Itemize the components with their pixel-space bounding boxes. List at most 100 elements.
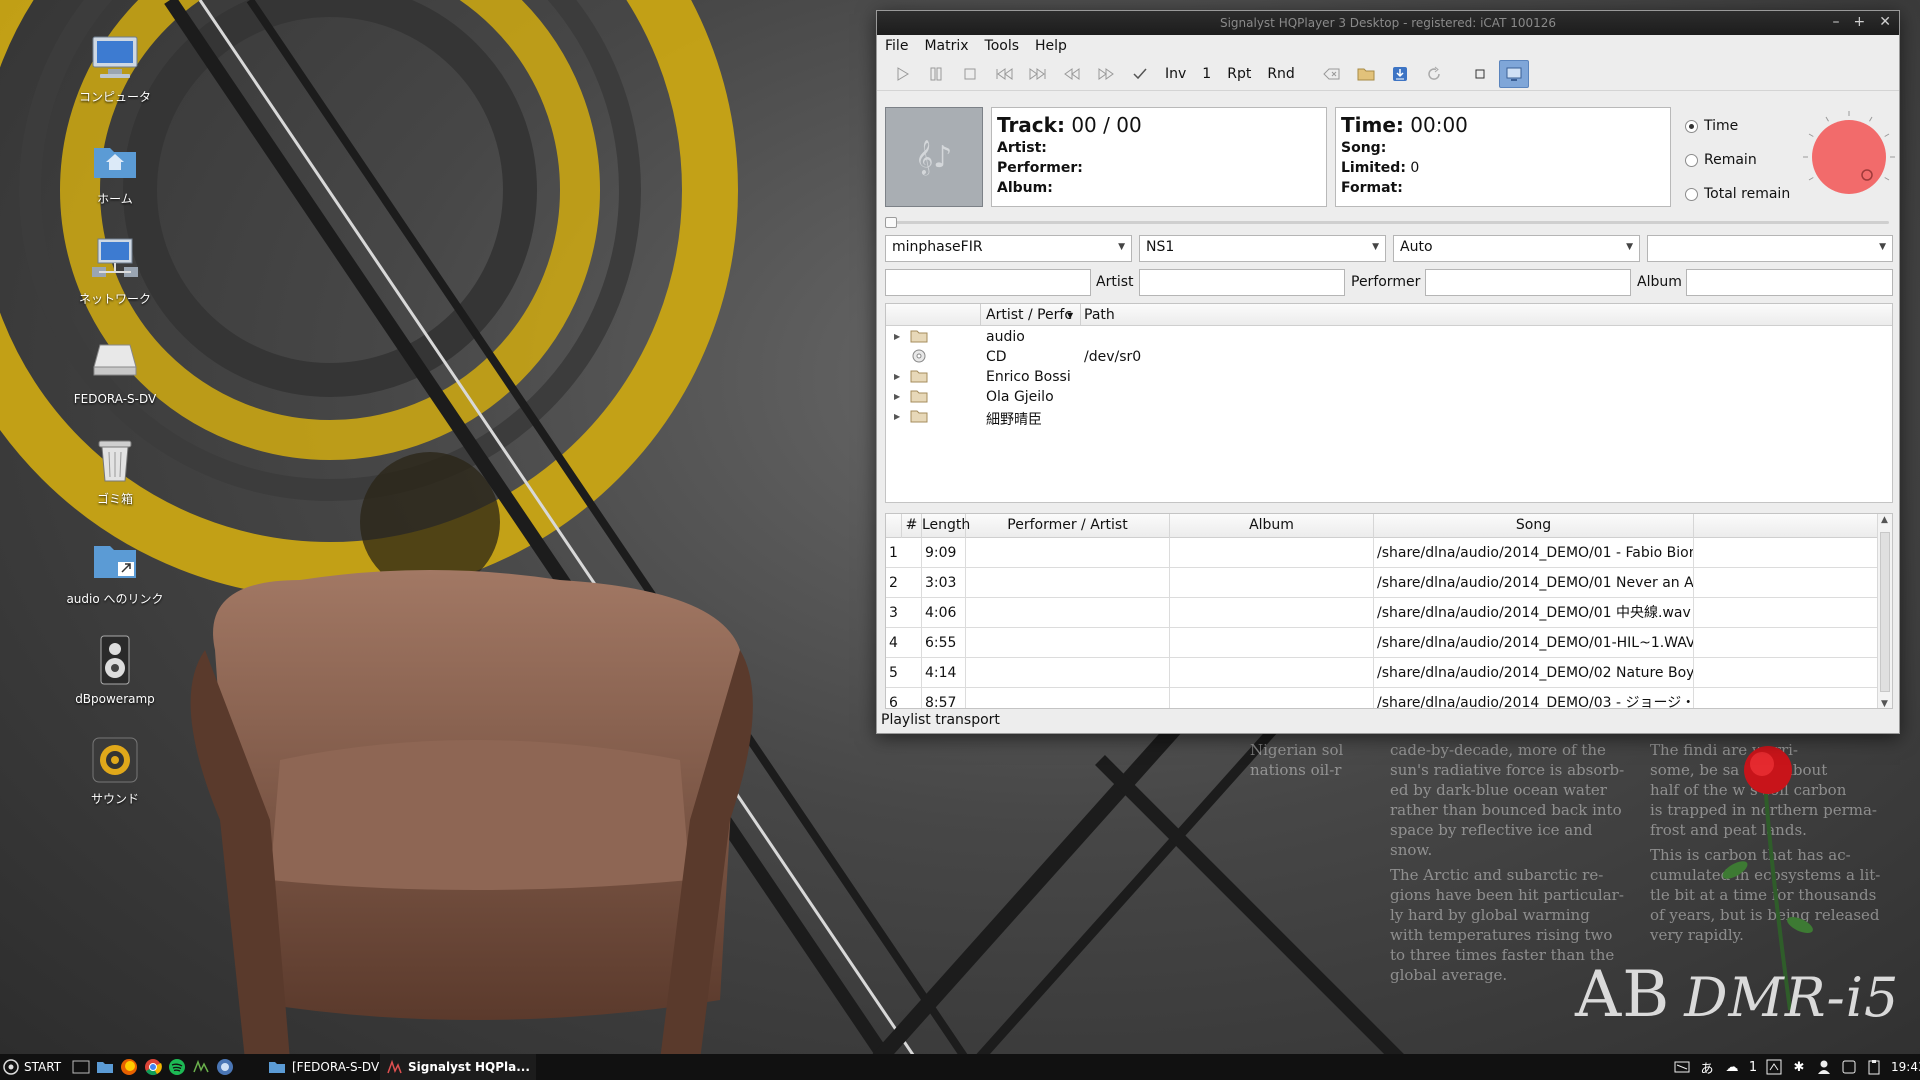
dropdown-arrow-icon: ▼ (1118, 242, 1125, 252)
tree-item-audio[interactable]: ▶ audio (886, 326, 1892, 346)
clipboard-icon[interactable] (1866, 1059, 1882, 1075)
column-album[interactable]: Album (1170, 514, 1374, 538)
spotify-icon[interactable] (168, 1058, 186, 1076)
dither-select[interactable]: NS1 ▼ (1139, 235, 1386, 262)
window-mode-icon[interactable] (1465, 60, 1495, 88)
tree-item-cd[interactable]: CD /dev/sr0 (886, 346, 1892, 366)
random-button[interactable]: Rnd (1261, 60, 1301, 88)
pause-icon[interactable] (921, 60, 951, 88)
task-file-manager[interactable]: [FEDORA-S-DV] (262, 1054, 390, 1080)
radio-total-remain[interactable]: Total remain (1685, 177, 1790, 211)
firefox-icon[interactable] (120, 1058, 138, 1076)
display-mode-icon[interactable] (1498, 59, 1529, 88)
one-button[interactable]: 1 (1196, 60, 1217, 88)
menu-matrix[interactable]: Matrix (924, 38, 968, 54)
previous-track-icon[interactable] (989, 60, 1019, 88)
desktop-icon-sound[interactable]: サウンド (56, 732, 174, 806)
user-icon[interactable] (1816, 1059, 1832, 1075)
cell-song: /share/dlna/audio/2014_DEMO/01 - Fabio B… (1374, 538, 1694, 568)
desktop-icon-audio-link[interactable]: audio へのリンク (56, 532, 174, 606)
tree-item-ola-gjeilo[interactable]: ▶ Ola Gjeilo (886, 386, 1892, 406)
artist-filter-input[interactable] (1139, 269, 1345, 296)
menu-help[interactable]: Help (1035, 38, 1067, 54)
window-titlebar[interactable]: Signalyst HQPlayer 3 Desktop - registere… (877, 11, 1899, 35)
search-input[interactable] (885, 269, 1091, 296)
knob-dial[interactable] (1812, 120, 1886, 194)
radio-remain[interactable]: Remain (1685, 143, 1790, 177)
hqplayer-launch-icon[interactable] (192, 1058, 210, 1076)
bluetooth-icon[interactable]: ✱ (1791, 1059, 1807, 1075)
start-button[interactable]: START (2, 1054, 61, 1080)
task-hqplayer[interactable]: Signalyst HQPla... (380, 1054, 536, 1080)
ime-indicator[interactable]: あ (1699, 1059, 1715, 1077)
next-track-icon[interactable] (1023, 60, 1053, 88)
scrollbar-thumb[interactable] (1880, 532, 1890, 692)
column-length[interactable]: Length (922, 514, 970, 538)
weather-icon[interactable]: ☁ (1724, 1059, 1740, 1075)
stop-icon[interactable] (955, 60, 985, 88)
performer-filter-input[interactable] (1425, 269, 1631, 296)
volume-knob[interactable] (1801, 109, 1897, 205)
expand-arrow-icon[interactable]: ▶ (894, 332, 900, 341)
window-title: Signalyst HQPlayer 3 Desktop - registere… (1219, 16, 1557, 30)
menu-tools[interactable]: Tools (985, 38, 1020, 54)
seek-slider[interactable] (885, 217, 1893, 228)
settings-globe-icon[interactable] (216, 1058, 234, 1076)
playlist-scrollbar[interactable]: ▲ ▼ (1877, 514, 1892, 708)
open-folder-icon[interactable] (1351, 60, 1381, 88)
invert-button[interactable]: Inv (1159, 60, 1192, 88)
scroll-down-icon[interactable]: ▼ (1881, 699, 1888, 708)
expand-arrow-icon[interactable]: ▶ (894, 392, 900, 401)
column-number[interactable]: # (902, 514, 922, 538)
desktop-icon-home[interactable]: ホーム (56, 132, 174, 206)
desktop-icon-network[interactable]: ネットワーク (56, 232, 174, 306)
table-row[interactable]: 1 9:09/share/dlna/audio/2014_DEMO/01 - Fa… (886, 538, 1878, 568)
column-song[interactable]: Song (1374, 514, 1694, 538)
fast-forward-icon[interactable] (1091, 60, 1121, 88)
column-artist-performer[interactable]: Artist / Perfc (986, 307, 1072, 323)
close-icon[interactable]: ✕ (1879, 14, 1891, 30)
svg-text:frost and peat lands.: frost and peat lands. (1650, 821, 1807, 839)
table-row[interactable]: 4 6:55/share/dlna/audio/2014_DEMO/01-HIL~… (886, 628, 1878, 658)
play-icon[interactable] (887, 60, 917, 88)
desktop-icon-trash[interactable]: ゴミ箱 (56, 432, 174, 506)
performer-label: Performer: (997, 160, 1083, 176)
maximize-icon[interactable]: + (1854, 14, 1866, 30)
table-row[interactable]: 3 4:06/share/dlna/audio/2014_DEMO/01 中央線.… (886, 598, 1878, 628)
table-row[interactable]: 2 3:03/share/dlna/audio/2014_DEMO/01 Neve… (886, 568, 1878, 598)
radio-time[interactable]: Time (1685, 109, 1790, 143)
show-desktop-icon[interactable] (72, 1059, 90, 1075)
network-tray-icon[interactable] (1766, 1059, 1782, 1075)
table-row[interactable]: 5 4:14/share/dlna/audio/2014_DEMO/02 Natu… (886, 658, 1878, 688)
seek-handle[interactable] (885, 217, 897, 228)
tree-item-enrico-bossi[interactable]: ▶ Enrico Bossi (886, 366, 1892, 386)
reload-icon[interactable] (1419, 60, 1449, 88)
menu-file[interactable]: File (885, 38, 908, 54)
desktop-icon-dbpoweramp[interactable]: dBpoweramp (56, 632, 174, 706)
extra-select[interactable]: ▼ (1647, 235, 1893, 262)
rewind-icon[interactable] (1057, 60, 1087, 88)
clock[interactable]: 19:43 (1891, 1060, 1920, 1074)
repeat-button[interactable]: Rpt (1221, 60, 1257, 88)
tree-item-hosono[interactable]: ▶ 細野晴臣 (886, 406, 1892, 428)
column-path[interactable]: Path (1084, 307, 1115, 323)
expand-arrow-icon[interactable]: ▶ (894, 412, 900, 421)
desktop-icon-computer[interactable]: コンピュータ (56, 30, 174, 104)
table-row[interactable]: 6 8:57/share/dlna/audio/2014_DEMO/03 - ジョ… (886, 688, 1878, 708)
desktop-icon-drive[interactable]: FEDORA-S-DV (56, 332, 174, 406)
column-performer-artist[interactable]: Performer / Artist (966, 514, 1170, 538)
expand-arrow-icon[interactable]: ▶ (894, 372, 900, 381)
album-filter-input[interactable] (1686, 269, 1893, 296)
file-manager-icon[interactable] (96, 1059, 114, 1075)
chrome-icon[interactable] (144, 1058, 162, 1076)
scroll-up-icon[interactable]: ▲ (1881, 515, 1888, 525)
checkmark-icon[interactable] (1125, 60, 1155, 88)
load-playlist-icon[interactable] (1385, 60, 1415, 88)
rate-select[interactable]: Auto ▼ (1393, 235, 1640, 262)
keyboard-icon[interactable] (1674, 1059, 1690, 1075)
window-list-icon[interactable] (1841, 1059, 1857, 1075)
filter-select[interactable]: minphaseFIR ▼ (885, 235, 1132, 262)
wallpaper-brand: AB DMR-i5 (1575, 958, 1900, 1032)
clear-icon[interactable] (1317, 60, 1347, 88)
minimize-icon[interactable]: – (1833, 14, 1840, 30)
